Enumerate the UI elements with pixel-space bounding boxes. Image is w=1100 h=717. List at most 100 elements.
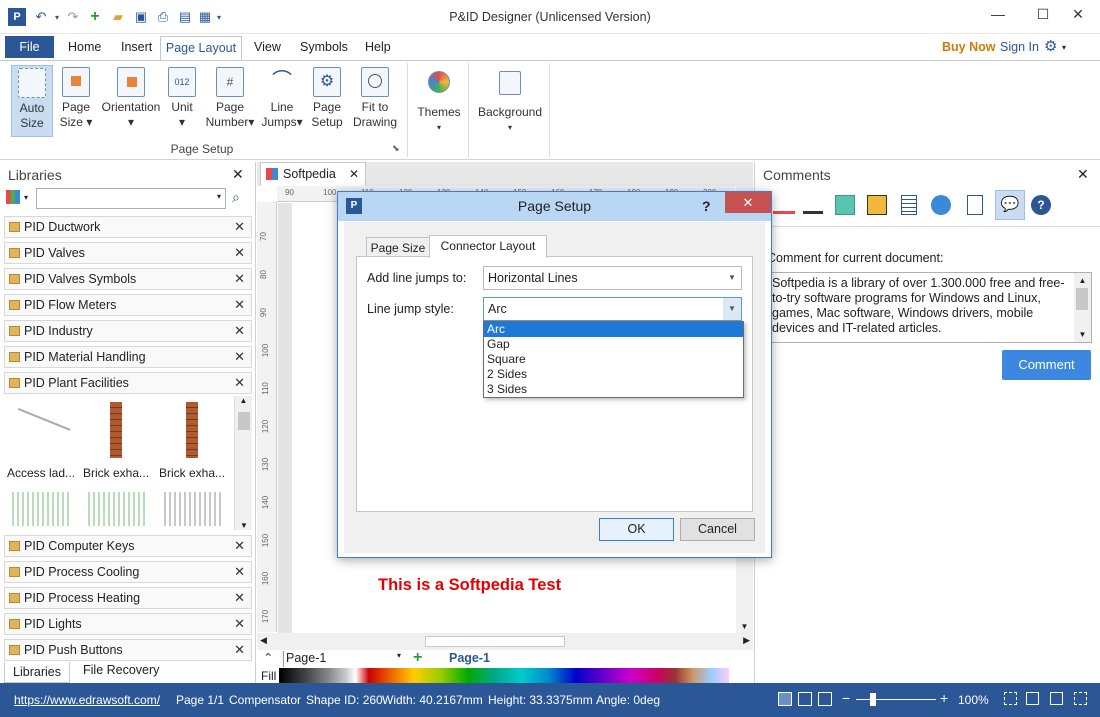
canvas-horizontal-scrollbar[interactable]: ◀ ▶ (257, 633, 753, 650)
website-link[interactable]: https://www.edrawsoft.com/ (14, 693, 160, 707)
fence-shape[interactable] (88, 492, 146, 526)
library-item[interactable]: PID Computer Keys ✕ (4, 535, 252, 557)
scroll-right-icon[interactable]: ▶ (743, 635, 750, 646)
themes-button[interactable]: Themes ▾ (414, 65, 464, 137)
gallery-scrollbar[interactable]: ▲ ▼ (234, 396, 252, 530)
close-icon[interactable]: ✕ (234, 373, 245, 393)
brick-exhaust-shape[interactable] (186, 402, 198, 458)
zoom-fit-icon[interactable] (1074, 692, 1087, 705)
scroll-thumb[interactable] (1076, 288, 1088, 310)
unit-button[interactable]: 012 Unit ▾ (166, 65, 198, 137)
access-ladder-shape[interactable] (13, 408, 71, 442)
page-number-button[interactable]: # Page Number▾ (204, 65, 256, 137)
fence-shape[interactable] (12, 492, 70, 526)
library-item[interactable]: PID Valves Symbols ✕ (4, 268, 252, 290)
comments-close-icon[interactable]: ✕ (1077, 166, 1089, 183)
normal-view-icon[interactable] (778, 692, 792, 706)
dialog-help-button[interactable]: ? (702, 192, 711, 220)
library-item[interactable]: PID Process Heating ✕ (4, 587, 252, 609)
document-properties-icon[interactable] (901, 195, 917, 215)
library-item[interactable]: PID Lights ✕ (4, 613, 252, 635)
page-setup-button[interactable]: ⚙ Page Setup (307, 65, 347, 137)
full-screen-icon[interactable] (818, 692, 832, 706)
document-tab[interactable]: Softpedia ✕ (260, 162, 366, 186)
tab-page-size[interactable]: Page Size (366, 237, 430, 257)
orientation-button[interactable]: Orientation ▾ (99, 65, 163, 137)
canvas-text[interactable]: This is a Softpedia Test (378, 576, 561, 595)
tab-page-layout[interactable]: Page Layout (160, 36, 242, 61)
add-page-icon[interactable]: + (413, 649, 422, 667)
color-swatches[interactable] (279, 668, 729, 683)
libraries-close-icon[interactable]: ✕ (232, 166, 244, 183)
close-icon[interactable]: ✕ (234, 536, 245, 556)
scroll-thumb[interactable] (238, 412, 250, 430)
fence-shape[interactable] (164, 492, 222, 526)
library-item[interactable]: PID Process Cooling ✕ (4, 561, 252, 583)
option-3-sides[interactable]: 3 Sides (484, 382, 743, 397)
scroll-thumb[interactable] (425, 636, 565, 647)
globe-icon[interactable] (931, 195, 951, 215)
close-icon[interactable]: ✕ (234, 588, 245, 608)
library-item[interactable]: PID Material Handling ✕ (4, 346, 252, 368)
zoom-slider-thumb[interactable] (870, 693, 876, 706)
tab-home[interactable]: Home (68, 40, 101, 54)
tab-symbols[interactable]: Symbols (300, 40, 348, 54)
tab-file[interactable]: File (5, 36, 54, 58)
library-item[interactable]: PID Flow Meters ✕ (4, 294, 252, 316)
page-selector[interactable]: Page-1 ▾ (283, 651, 403, 667)
shadow-icon[interactable] (867, 195, 887, 215)
close-icon[interactable]: ✕ (234, 269, 245, 289)
help-icon[interactable]: ? (1031, 195, 1051, 215)
auto-size-button[interactable]: Auto Size (11, 65, 53, 137)
fit-width-icon[interactable] (1026, 692, 1039, 705)
comment-button[interactable]: Comment (1002, 350, 1091, 380)
maximize-button[interactable]: ☐ (1028, 6, 1058, 26)
line-jumps-select[interactable]: Horizontal Lines ▼ (483, 266, 742, 290)
library-search-input[interactable]: ▾ (36, 188, 226, 209)
option-square[interactable]: Square (484, 352, 743, 367)
option-gap[interactable]: Gap (484, 337, 743, 352)
sign-in-link[interactable]: Sign In (1000, 40, 1039, 54)
library-item[interactable]: PID Push Buttons ✕ (4, 639, 252, 661)
minimize-button[interactable]: — (983, 6, 1013, 26)
library-item[interactable]: PID Ductwork ✕ (4, 216, 252, 238)
close-button[interactable]: ✕ (1063, 6, 1093, 26)
fill-icon[interactable] (835, 195, 855, 215)
close-tab-icon[interactable]: ✕ (349, 163, 359, 185)
tab-libraries[interactable]: Libraries (4, 662, 70, 683)
close-icon[interactable]: ✕ (234, 347, 245, 367)
collapse-icon[interactable]: ⌃ (263, 650, 273, 665)
line-jumps-button[interactable]: ⌒ Line Jumps▾ (260, 65, 304, 137)
cancel-button[interactable]: Cancel (680, 518, 755, 541)
tab-view[interactable]: View (254, 40, 281, 54)
close-icon[interactable]: ✕ (234, 562, 245, 582)
library-dropdown-icon[interactable]: ▾ (24, 193, 28, 202)
zoom-in-icon[interactable]: + (940, 690, 948, 706)
option-2-sides[interactable]: 2 Sides (484, 367, 743, 382)
scroll-down-icon[interactable]: ▼ (736, 622, 753, 631)
attachment-icon[interactable] (967, 195, 983, 215)
tab-connector-layout[interactable]: Connector Layout (429, 235, 547, 258)
search-icon[interactable]: ⌕ (232, 189, 240, 206)
zoom-slider[interactable] (856, 699, 936, 700)
tab-file-recovery[interactable]: File Recovery (83, 663, 159, 677)
scroll-down-icon[interactable]: ▼ (1074, 327, 1091, 342)
comment-textarea[interactable]: Softpedia is a library of over 1.300.000… (767, 272, 1092, 343)
ok-button[interactable]: OK (599, 518, 674, 541)
library-item[interactable]: PID Valves ✕ (4, 242, 252, 264)
library-item[interactable]: PID Industry ✕ (4, 320, 252, 342)
close-icon[interactable]: ✕ (234, 295, 245, 315)
close-icon[interactable]: ✕ (234, 614, 245, 634)
zoom-level[interactable]: 100% (958, 693, 989, 707)
close-icon[interactable]: ✕ (234, 321, 245, 341)
option-arc[interactable]: Arc (484, 322, 743, 337)
scroll-up-icon[interactable]: ▲ (235, 396, 252, 405)
settings-dropdown-icon[interactable]: ▾ (1062, 43, 1066, 52)
tab-help[interactable]: Help (365, 40, 391, 54)
close-icon[interactable]: ✕ (234, 640, 245, 660)
dialog-launcher-icon[interactable]: ⬊ (392, 143, 400, 154)
scroll-down-icon[interactable]: ▼ (235, 521, 253, 530)
line-jump-style-select[interactable]: Arc ▼ (483, 297, 742, 321)
tab-insert[interactable]: Insert (121, 40, 152, 54)
background-button[interactable]: Background ▾ (474, 65, 546, 137)
